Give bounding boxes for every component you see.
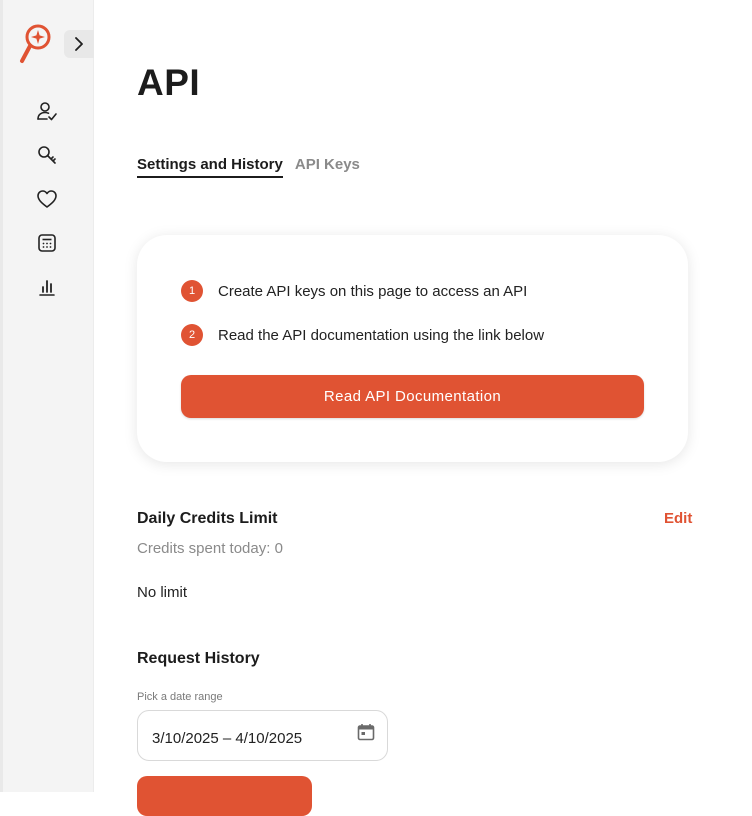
- sidebar-item-calculator[interactable]: [35, 231, 59, 255]
- date-range-input[interactable]: 3/10/2025 – 4/10/2025: [137, 710, 388, 761]
- read-api-documentation-button[interactable]: Read API Documentation: [181, 375, 644, 418]
- edit-credits-link[interactable]: Edit: [664, 510, 692, 527]
- key-icon: [38, 146, 56, 164]
- request-history-action-button[interactable]: [137, 776, 312, 816]
- step-text: Read the API documentation using the lin…: [218, 326, 545, 344]
- calculator-icon: [38, 234, 56, 252]
- sidebar-item-keys[interactable]: [35, 143, 59, 167]
- chevron-right-icon: [75, 37, 83, 51]
- date-range-value: 3/10/2025 – 4/10/2025: [152, 730, 303, 747]
- step-item: 1 Create API keys on this page to access…: [181, 280, 527, 302]
- calendar-icon[interactable]: [357, 723, 375, 741]
- step-item: 2 Read the API documentation using the l…: [181, 324, 544, 346]
- sidebar-collapse-button[interactable]: [64, 30, 94, 58]
- sidebar-item-profile[interactable]: [35, 99, 59, 123]
- bar-chart-icon: [39, 280, 55, 296]
- step-number-badge: 2: [181, 324, 203, 346]
- credits-spent-text: Credits spent today: 0: [137, 540, 283, 557]
- tab-bar: Settings and History API Keys: [137, 156, 360, 178]
- tab-settings-and-history[interactable]: Settings and History: [137, 156, 283, 178]
- sidebar: [0, 0, 94, 792]
- tab-api-keys[interactable]: API Keys: [295, 156, 360, 178]
- date-range-label: Pick a date range: [137, 691, 223, 703]
- heart-icon: [37, 190, 57, 208]
- window-edge: [0, 0, 3, 792]
- step-text: Create API keys on this page to access a…: [218, 282, 528, 300]
- sidebar-item-favorites[interactable]: [35, 187, 59, 211]
- logo-icon[interactable]: [18, 22, 54, 66]
- getting-started-card: 1 Create API keys on this page to access…: [137, 235, 688, 462]
- request-history-title: Request History: [137, 650, 260, 667]
- step-number-badge: 1: [181, 280, 203, 302]
- page-title: API: [137, 62, 201, 103]
- daily-credits-title: Daily Credits Limit: [137, 510, 278, 527]
- credits-limit-value: No limit: [137, 584, 188, 601]
- main-content: API Settings and History API Keys 1 Crea…: [137, 0, 752, 816]
- sidebar-item-analytics[interactable]: [35, 275, 59, 299]
- user-check-icon: [37, 102, 57, 121]
